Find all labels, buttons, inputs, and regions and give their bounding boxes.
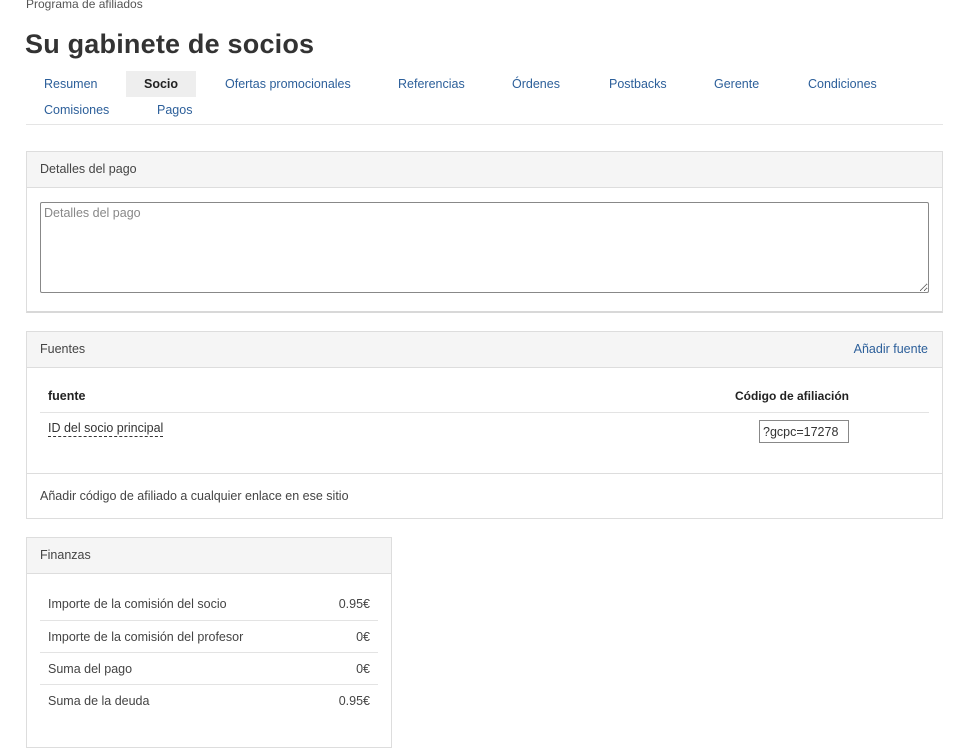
source-name-cell[interactable]: ID del socio principal (48, 421, 164, 437)
payment-details-textarea[interactable] (40, 202, 929, 293)
tab-condiciones[interactable]: Condiciones (790, 71, 895, 97)
list-item: Importe de la comisión del profesor 0€ (40, 620, 378, 652)
finance-label: Suma de la deuda (48, 693, 150, 708)
finance-value: 0€ (356, 629, 370, 644)
finance-label: Suma del pago (48, 661, 133, 676)
list-item: Suma de la deuda 0.95€ (40, 684, 378, 716)
payment-details-heading: Detalles del pago (27, 152, 942, 188)
finances-heading: Finanzas (27, 538, 391, 574)
finance-label: Importe de la comisión del socio (48, 597, 227, 611)
column-header-codigo: Código de afiliación (734, 389, 849, 403)
add-source-link[interactable]: Añadir fuente (854, 332, 928, 367)
sources-heading-label: Fuentes (40, 342, 86, 356)
page-title: Su gabinete de socios (25, 29, 315, 59)
sources-panel: Fuentes Añadir fuente fuente Código de a… (26, 331, 943, 519)
list-item: Suma del pago 0€ (40, 652, 378, 684)
finance-value: 0.95€ (338, 597, 370, 611)
tab-socio[interactable]: Socio (126, 71, 197, 97)
tab-ofertas-promocionales[interactable]: Ofertas promocionales (207, 71, 369, 97)
table-divider (40, 412, 929, 413)
tab-postbacks[interactable]: Postbacks (591, 71, 685, 97)
finances-panel: Finanzas Importe de la comisión del soci… (26, 537, 392, 748)
tab-ordenes[interactable]: Órdenes (494, 71, 578, 97)
finance-value: 0.95€ (338, 693, 370, 708)
finance-label: Importe de la comisión del profesor (48, 629, 244, 644)
finances-list: Importe de la comisión del socio 0.95€ I… (40, 588, 378, 716)
tab-referencias[interactable]: Referencias (380, 71, 483, 97)
affiliate-code-input[interactable] (759, 420, 849, 443)
tab-gerente[interactable]: Gerente (696, 71, 777, 97)
sources-heading: Fuentes Añadir fuente (27, 332, 942, 368)
finance-value: 0€ (356, 661, 370, 676)
tab-pagos[interactable]: Pagos (139, 97, 210, 123)
list-item: Importe de la comisión del socio 0.95€ (40, 588, 378, 620)
column-header-fuente: fuente (48, 389, 86, 403)
payment-details-panel: Detalles del pago (26, 151, 943, 313)
tab-resumen[interactable]: Resumen (26, 71, 116, 97)
sources-footer-note: Añadir código de afiliado a cualquier en… (27, 473, 942, 519)
tab-bar: Resumen Socio Ofertas promocionales Refe… (26, 71, 943, 125)
breadcrumb: Programa de afiliados (26, 0, 143, 11)
tab-comisiones[interactable]: Comisiones (26, 97, 127, 123)
